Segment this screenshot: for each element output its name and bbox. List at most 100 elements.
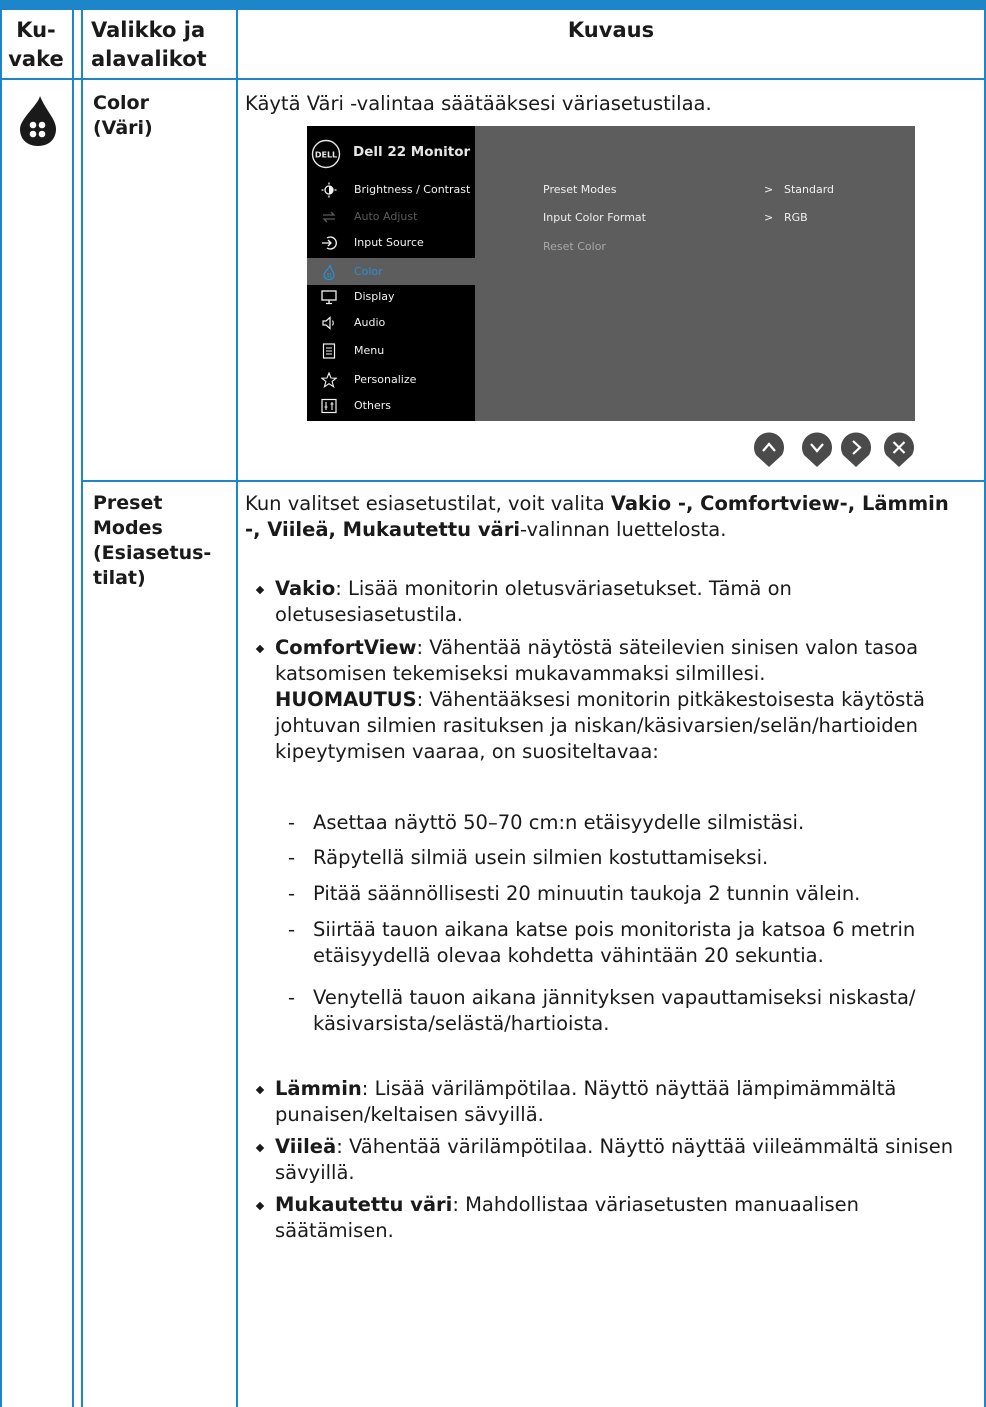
warm-item: Lämmin: Lisää värilämpötilaa. Näyttö näy… xyxy=(275,1076,980,1128)
dash-item-line: Siirtää tauon aikana katse pois monitori… xyxy=(313,918,916,941)
column-divider-2 xyxy=(236,10,238,1407)
osd-submenu-arrow: > xyxy=(764,183,774,196)
table-left-border xyxy=(0,10,2,1407)
cool-text: sävyillä. xyxy=(275,1161,355,1184)
dash-icon: - xyxy=(288,882,296,905)
dash-icon: - xyxy=(288,986,296,1009)
comfortview-item: ComfortView: Vähentää näytöstä säteilevi… xyxy=(275,635,980,765)
custom-color-text: : Mahdollistaa väriasetusten manuaalisen xyxy=(452,1193,860,1216)
cool-term: Viileä xyxy=(275,1135,337,1158)
note-text: kipeytymisen vaaraa, on suositeltavaa: xyxy=(275,740,659,763)
osd-item-auto-adjust[interactable]: Auto Adjust xyxy=(307,204,475,230)
menu-name-line: Modes xyxy=(93,517,163,539)
intro-text: Kun valitset esiasetustilat, voit valita xyxy=(245,492,611,515)
row-divider xyxy=(81,480,986,482)
osd-item-personalize[interactable]: Personalize xyxy=(307,367,475,393)
osd-item-label: Others xyxy=(354,399,391,412)
vakio-term: Vakio xyxy=(275,577,336,600)
vakio-text: : Lisää monitorin oletusväriasetukset. T… xyxy=(335,577,792,600)
osd-item-label: Color xyxy=(354,265,383,278)
bullet-icon xyxy=(255,1085,265,1095)
bullet-icon xyxy=(255,1201,265,1211)
bullet-icon xyxy=(255,1143,265,1153)
osd-item-brightness-contrast[interactable]: Brightness / Contrast xyxy=(307,177,475,203)
warm-text: punaisen/keltaisen sävyillä. xyxy=(275,1103,544,1126)
input-source-icon xyxy=(322,236,337,250)
dell-logo-text: DELL xyxy=(315,151,337,160)
osd-item-color[interactable]: Color xyxy=(307,259,475,285)
osd-item-label: Menu xyxy=(354,344,385,357)
color-icon xyxy=(323,264,335,280)
header-icon-line2: vake xyxy=(8,47,64,71)
dash-item: Asettaa näyttö 50–70 cm:n etäisyydelle s… xyxy=(313,811,805,834)
custom-color-text: säätämisen. xyxy=(275,1219,394,1242)
osd-item-label: Input Source xyxy=(354,236,424,249)
intro-options: -, Viileä, Mukautettu väri xyxy=(245,518,520,541)
custom-color-term: Mukautettu väri xyxy=(275,1193,453,1216)
osd-submenu-preset-modes[interactable]: Preset Modes xyxy=(543,183,617,196)
vakio-text: oletusesiasetustila. xyxy=(275,603,463,626)
dash-item-line: etäisyydellä olevaa kohdetta vähintään 2… xyxy=(313,944,824,967)
menu-name-line: Color xyxy=(93,92,149,114)
menu-name-line: (Väri) xyxy=(93,117,153,139)
osd-item-menu[interactable]: Menu xyxy=(307,338,475,364)
dash-item-line: Venytellä tauon aikana jännityksen vapau… xyxy=(313,986,916,1009)
osd-submenu-input-color-value: RGB xyxy=(784,211,808,224)
header-description-column: Kuvaus xyxy=(567,18,655,42)
osd-item-display[interactable]: Display xyxy=(307,284,475,310)
color-droplet-icon xyxy=(20,96,56,146)
menu-name-line: Preset xyxy=(93,492,163,514)
osd-submenu-preset-value: Standard xyxy=(784,183,835,196)
osd-title: Dell 22 Monitor xyxy=(353,144,471,160)
menu-icon xyxy=(322,343,336,359)
comfortview-text: katsomisen tekemiseksi mukavammaksi silm… xyxy=(275,662,766,685)
osd-submenu-reset-color[interactable]: Reset Color xyxy=(543,240,606,253)
warm-term: Lämmin xyxy=(275,1077,362,1100)
display-icon xyxy=(321,290,337,305)
brightness-icon xyxy=(321,182,337,198)
note-text: : Vähentääksesi monitorin pitkäkestoises… xyxy=(416,688,925,711)
osd-item-label: Audio xyxy=(354,316,386,329)
bullet-icon xyxy=(255,585,265,595)
auto-adjust-icon xyxy=(322,211,336,223)
dash-icon: - xyxy=(288,811,296,834)
osd-item-audio[interactable]: Audio xyxy=(307,310,475,336)
osd-item-others[interactable]: Others xyxy=(307,393,475,419)
comfortview-text: : Vähentää näytöstä säteilevien sinisen … xyxy=(416,636,919,659)
header-bottom-border xyxy=(0,78,986,80)
osd-submenu-input-color-format[interactable]: Input Color Format xyxy=(543,211,646,224)
color-description: Käytä Väri -valintaa säätääksesi väriase… xyxy=(245,92,712,115)
star-icon xyxy=(321,372,337,388)
up-button[interactable] xyxy=(752,430,786,468)
warm-text: : Lisää värilämpötilaa. Näyttö näyttää l… xyxy=(361,1077,897,1100)
vakio-item: Vakio: Lisää monitorin oletusväriasetuks… xyxy=(275,576,980,628)
custom-color-item: Mukautettu väri: Mahdollistaa väriasetus… xyxy=(275,1192,980,1244)
dash-icon: - xyxy=(288,918,296,941)
others-icon xyxy=(321,398,337,414)
column-divider-1 xyxy=(72,10,74,1407)
right-button[interactable] xyxy=(839,430,873,468)
note-text: johtuvan silmien rasituksen ja niskan/kä… xyxy=(275,714,919,737)
dash-icon: - xyxy=(288,846,296,869)
bullet-icon xyxy=(255,644,265,654)
down-button[interactable] xyxy=(800,430,834,468)
osd-item-label: Personalize xyxy=(354,373,417,386)
osd-item-label: Auto Adjust xyxy=(354,210,418,223)
header-menu-line1: Valikko ja xyxy=(91,18,206,42)
menu-name-line: tilat) xyxy=(93,567,146,589)
osd-item-input-source[interactable]: Input Source xyxy=(307,230,475,256)
dash-item-line: käsivarsista/selästä/hartioista. xyxy=(313,1012,610,1035)
column-divider-1b xyxy=(81,10,83,1407)
osd-screenshot: DELL Dell 22 Monitor Brightness / Contra… xyxy=(307,126,915,421)
dash-item: Räpytellä silmiä usein silmien kostuttam… xyxy=(313,846,769,869)
menu-name-line: (Esiasetus- xyxy=(93,542,212,564)
header-menu-column: Valikko ja alavalikot xyxy=(91,16,236,74)
header-menu-line2: alavalikot xyxy=(91,47,207,71)
header-icon-line1: Ku- xyxy=(16,18,56,42)
menu-name-color: Color (Väri) xyxy=(93,91,153,141)
close-button[interactable] xyxy=(882,430,916,468)
osd-submenu-arrow: > xyxy=(764,211,774,224)
osd-item-label: Brightness / Contrast xyxy=(354,183,471,196)
header-top-border xyxy=(0,0,986,10)
dell-logo-icon: DELL xyxy=(311,139,341,169)
